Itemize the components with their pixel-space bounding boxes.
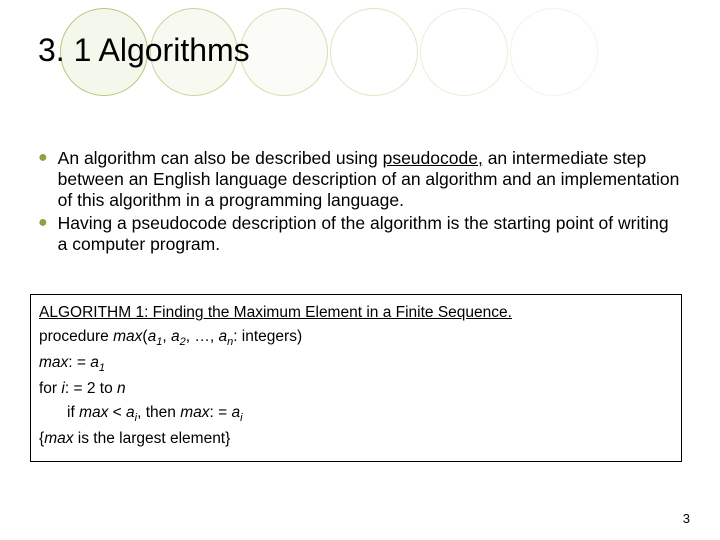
- t: a: [231, 404, 240, 421]
- t: ,: [162, 328, 171, 345]
- t: : =: [68, 354, 90, 371]
- algorithm-heading: ALGORITHM 1: Finding the Maximum Element…: [39, 301, 673, 325]
- t: a: [171, 328, 180, 345]
- t: for: [39, 380, 61, 397]
- t: a: [90, 354, 99, 371]
- t: i: [240, 412, 242, 424]
- bullet-text-2: Having a pseudocode description of the a…: [58, 213, 682, 255]
- circle-3: [240, 8, 328, 96]
- t: if: [67, 404, 79, 421]
- bullet-item-2: ● Having a pseudocode description of the…: [38, 213, 682, 255]
- t: , …,: [186, 328, 219, 345]
- t: max: [44, 430, 73, 447]
- algo-line-procedure: procedure max(a1, a2, …, an: integers): [39, 325, 673, 351]
- circle-4: [330, 8, 418, 96]
- algo-line-comment: {max is the largest element}: [39, 427, 673, 451]
- bullet-item-1: ● An algorithm can also be described usi…: [38, 148, 682, 211]
- t: a: [126, 404, 135, 421]
- circle-5: [420, 8, 508, 96]
- b1-pre: An algorithm can also be described using: [58, 148, 383, 168]
- t: , then: [137, 404, 180, 421]
- t: : integers): [233, 328, 302, 345]
- algo-line-for: for i: = 2 to n: [39, 377, 673, 401]
- page-number: 3: [683, 511, 690, 526]
- t: : =: [210, 404, 232, 421]
- t: max: [79, 404, 108, 421]
- bullet-marker-icon: ●: [38, 149, 48, 167]
- bullet-list: ● An algorithm can also be described usi…: [38, 148, 682, 257]
- t: : = 2 to: [65, 380, 117, 397]
- algo-line-init: max: = a1: [39, 351, 673, 377]
- circle-6: [510, 8, 598, 96]
- bullet-marker-icon: ●: [38, 214, 48, 232]
- t: is the largest element}: [73, 430, 230, 447]
- b1-underlined: pseudocode,: [383, 148, 483, 168]
- t: max: [180, 404, 209, 421]
- t: 1: [99, 362, 105, 374]
- t: max: [113, 328, 142, 345]
- algo-line-if: if max < ai, then max: = ai: [39, 401, 673, 427]
- t: a: [148, 328, 157, 345]
- t: n: [117, 380, 126, 397]
- t: a: [218, 328, 227, 345]
- t: <: [108, 404, 126, 421]
- slide-title: 3. 1 Algorithms: [38, 32, 250, 69]
- t: max: [39, 354, 68, 371]
- t: procedure: [39, 328, 113, 345]
- algorithm-box: ALGORITHM 1: Finding the Maximum Element…: [30, 294, 682, 462]
- bullet-text-1: An algorithm can also be described using…: [58, 148, 682, 211]
